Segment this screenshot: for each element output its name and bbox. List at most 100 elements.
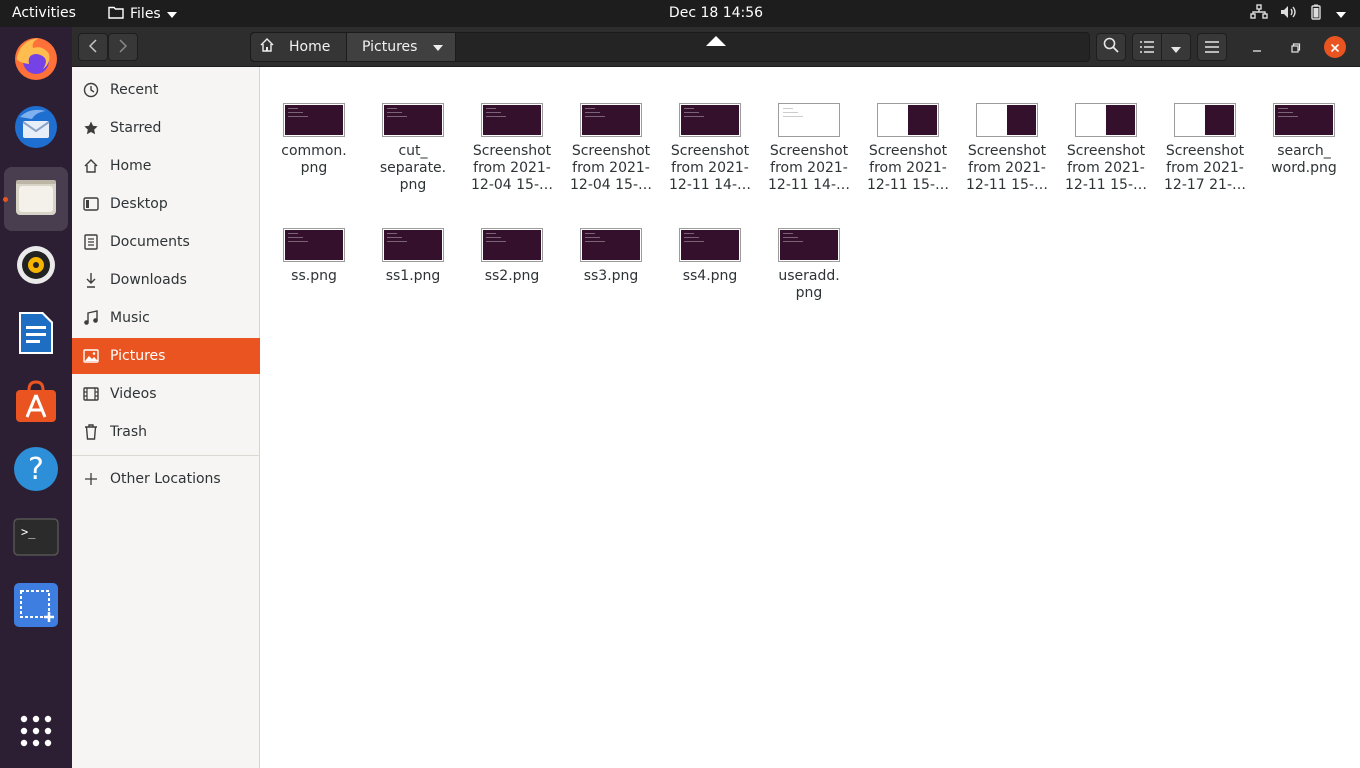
sidebar-item-other-locations[interactable]: Other Locations [72,461,260,497]
maximize-button[interactable] [1284,35,1308,59]
breadcrumb-current[interactable]: Pictures [347,33,456,61]
running-indicator [3,197,8,202]
file-item[interactable]: Screenshot from 2021- 12-04 15-… [563,103,659,194]
thunderbird-launcher[interactable] [4,97,68,161]
file-name: Screenshot from 2021- 12-11 15-… [867,143,949,193]
file-view[interactable]: common. png cut_ separate. png Screenshot … [261,67,1360,768]
sidebar-item-label: Trash [110,424,147,440]
sidebar-item-downloads[interactable]: Downloads [72,262,260,298]
sidebar-item-label: Videos [110,386,157,402]
file-item[interactable]: useradd. png [761,228,857,302]
file-name: Screenshot from 2021- 12-11 14-… [669,143,751,193]
sidebar-item-home[interactable]: Home [72,148,260,184]
file-item[interactable]: cut_ separate. png [365,103,461,194]
back-button[interactable] [78,33,108,61]
video-icon [72,387,110,401]
rhythmbox-icon [15,244,57,290]
show-apps-button[interactable] [4,701,68,765]
file-thumbnail [580,103,642,137]
forward-button[interactable] [108,33,138,61]
file-item[interactable]: ss3.png [563,228,659,285]
search-icon [1103,37,1119,57]
file-name: search_ word.png [1271,143,1337,176]
hamburger-icon [1205,38,1219,57]
file-name: useradd. png [778,268,840,301]
chevron-down-icon [1336,6,1346,22]
clock[interactable]: Dec 18 14:56 [0,5,1360,21]
file-item[interactable]: search_ word.png [1256,103,1352,177]
sidebar-item-music[interactable]: Music [72,300,260,336]
sidebar-item-trash[interactable]: Trash [72,414,260,450]
download-icon [72,272,110,288]
show-apps-icon [19,714,53,752]
header-bar: Home Pictures [72,27,1360,67]
list-view-icon [1140,38,1154,57]
file-thumbnail [481,103,543,137]
breadcrumb-current-label: Pictures [362,39,418,55]
view-toggle-button[interactable] [1132,33,1162,61]
main-menu-button[interactable] [1197,33,1227,61]
file-item[interactable]: Screenshot from 2021- 12-17 21-… [1157,103,1253,194]
view-options-button[interactable] [1161,33,1191,61]
system-tray[interactable] [1250,4,1346,24]
svg-text:>_: >_ [21,525,36,539]
file-name: common. png [281,143,347,176]
sidebar-item-pictures[interactable]: Pictures [72,338,260,374]
sidebar-item-videos[interactable]: Videos [72,376,260,412]
rhythmbox-launcher[interactable] [4,235,68,299]
sidebar-item-desktop[interactable]: Desktop [72,186,260,222]
writer-launcher[interactable] [4,303,68,367]
terminal-icon: >_ [13,518,59,560]
sidebar-item-label: Documents [110,234,190,250]
screenshot-launcher[interactable] [4,575,68,639]
file-item[interactable]: Screenshot from 2021- 12-11 14-… [761,103,857,194]
sidebar-item-label: Desktop [110,196,168,212]
file-item[interactable]: Screenshot from 2021- 12-11 15-… [1058,103,1154,194]
top-bar: Activities Files Dec 18 14:56 [0,0,1360,27]
sidebar-item-documents[interactable]: Documents [72,224,260,260]
file-name: Screenshot from 2021- 12-04 15-… [471,143,553,193]
file-thumbnail [1174,103,1236,137]
battery-icon [1308,4,1324,24]
trash-icon [72,424,110,440]
file-thumbnail [580,228,642,262]
file-name: Screenshot from 2021- 12-11 14-… [768,143,850,193]
file-thumbnail [778,228,840,262]
file-item[interactable]: Screenshot from 2021- 12-11 14-… [662,103,758,194]
file-thumbnail [778,103,840,137]
file-item[interactable]: common. png [266,103,362,177]
file-item[interactable]: Screenshot from 2021- 12-11 15-… [860,103,956,194]
file-thumbnail [877,103,939,137]
sidebar-item-label: Pictures [110,348,166,364]
breadcrumb-home[interactable]: Home [251,33,347,61]
dock: ? >_ [0,27,72,768]
file-thumbnail [679,228,741,262]
minimize-button[interactable] [1245,35,1269,59]
files-icon [14,177,58,221]
search-button[interactable] [1096,33,1126,61]
files-launcher[interactable] [4,167,68,231]
file-item[interactable]: ss1.png [365,228,461,285]
picture-icon [72,349,110,363]
minimize-icon [1252,38,1262,57]
sidebar-item-recent[interactable]: Recent [72,72,260,108]
file-name: ss1.png [385,268,441,284]
firefox-launcher[interactable] [4,29,68,93]
plus-icon [72,473,110,485]
sidebar-item-label: Starred [110,120,162,136]
terminal-launcher[interactable]: >_ [4,507,68,571]
file-name: ss3.png [583,268,639,284]
app-center-launcher[interactable] [4,371,68,435]
close-button[interactable] [1324,36,1346,58]
file-item[interactable]: ss2.png [464,228,560,285]
sidebar-item-starred[interactable]: Starred [72,110,260,146]
path-bar[interactable]: Home Pictures [250,32,1090,62]
thunderbird-icon [12,103,60,155]
document-icon [72,234,110,250]
file-item[interactable]: ss.png [266,228,362,285]
file-item[interactable]: ss4.png [662,228,758,285]
help-launcher[interactable]: ? [4,439,68,503]
close-icon [1330,38,1340,57]
file-item[interactable]: Screenshot from 2021- 12-11 15-… [959,103,1055,194]
file-item[interactable]: Screenshot from 2021- 12-04 15-… [464,103,560,194]
